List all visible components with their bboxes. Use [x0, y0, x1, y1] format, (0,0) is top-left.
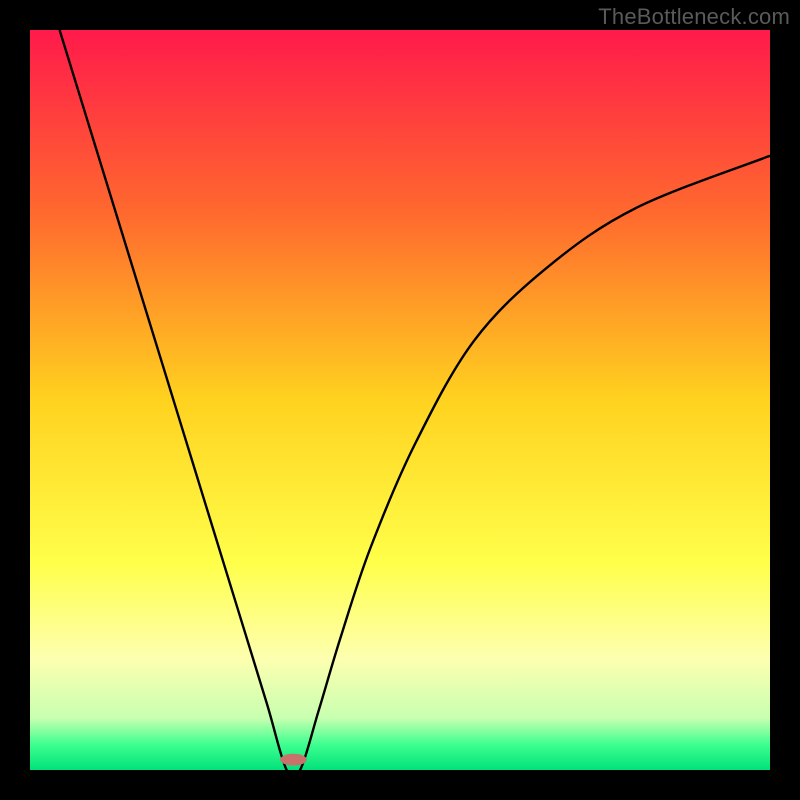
watermark-text: TheBottleneck.com: [598, 4, 790, 30]
plot-background: [30, 30, 770, 770]
chart-svg: [0, 0, 800, 800]
chart-stage: TheBottleneck.com: [0, 0, 800, 800]
minimum-marker: [280, 754, 307, 766]
